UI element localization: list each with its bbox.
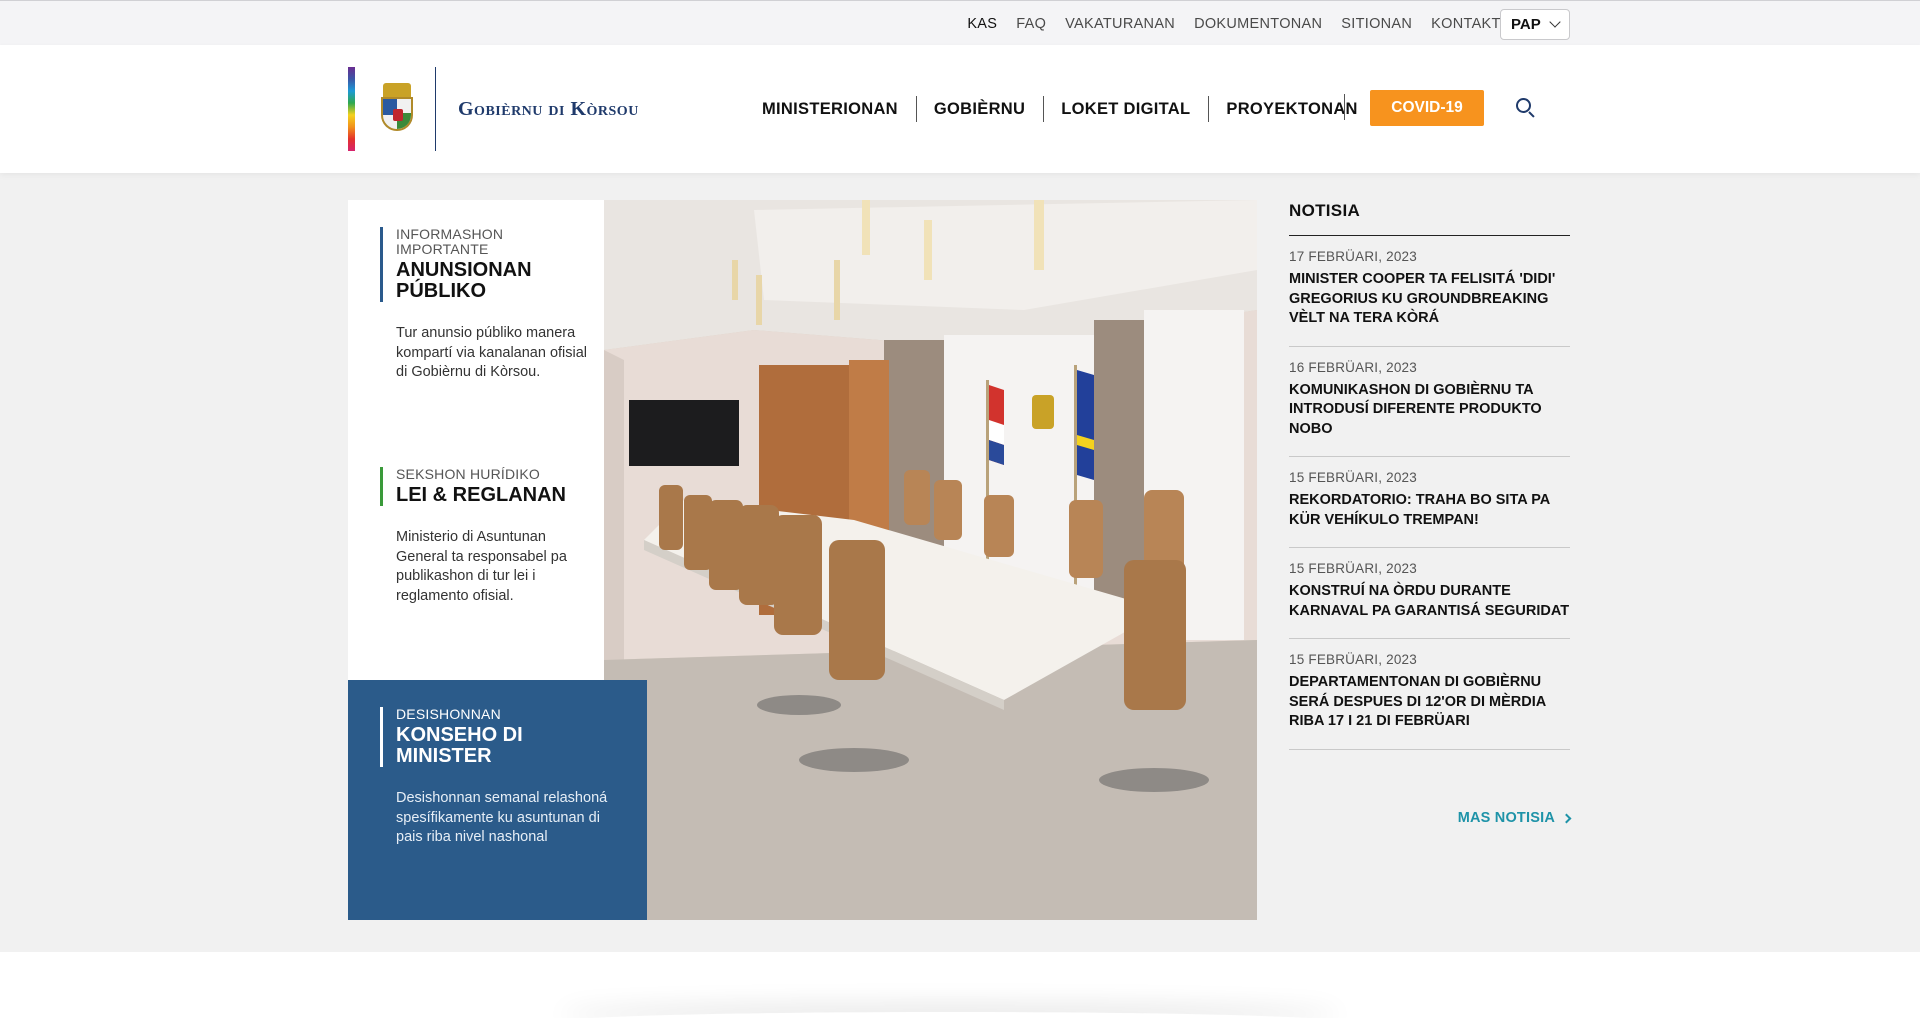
news-heading: NOTISIA [1289, 200, 1570, 236]
card-shadow [560, 1012, 1340, 1018]
more-news-link[interactable]: MAS NOTISIA [1457, 810, 1572, 826]
news-item[interactable]: 17 FEBRÜARI, 2023 MINISTER COOPER TA FEL… [1289, 236, 1570, 347]
card-title: LEI & REGLANAN [396, 484, 566, 506]
more-news-label: MAS NOTISIA [1457, 810, 1555, 826]
card-title: ANUNSIONAN PÚBLIKO [396, 259, 532, 302]
card-description: Ministerio di Asuntunan General ta respo… [396, 529, 567, 604]
logo-divider [435, 67, 436, 151]
utility-link-vakaturanan[interactable]: VAKATURANAN [1065, 16, 1175, 32]
meeting-room-image [604, 200, 1257, 920]
news-sidebar: NOTISIA 17 FEBRÜARI, 2023 MINISTER COOPE… [1289, 200, 1572, 826]
nav-divider [1344, 94, 1345, 120]
news-title[interactable]: DEPARTAMENTONAN DI GOBIÈRNU SERÁ DESPUES… [1289, 673, 1570, 732]
covid-button[interactable]: COVID-19 [1370, 90, 1484, 126]
rainbow-stripe [348, 67, 355, 151]
news-item[interactable]: 15 FEBRÜARI, 2023 KONSTRUÍ NA ÒRDU DURAN… [1289, 548, 1570, 639]
utility-link-faq[interactable]: FAQ [1016, 16, 1046, 32]
news-date: 17 FEBRÜARI, 2023 [1289, 249, 1417, 264]
card-eyebrow: SEKSHON HURÍDIKO [396, 466, 540, 482]
utility-bar: KAS FAQ VAKATURANAN DOKUMENTONAN SITIONA… [0, 0, 1920, 45]
chevron-down-icon [1549, 16, 1561, 28]
news-title[interactable]: KONSTRUÍ NA ÒRDU DURANTE KARNAVAL PA GAR… [1289, 582, 1570, 621]
news-date: 15 FEBRÜARI, 2023 [1289, 561, 1417, 576]
nav-item-ministerionan[interactable]: MINISTERIONAN [744, 100, 916, 119]
site-logo[interactable]: Gobièrnu di Kòrsou [348, 67, 639, 151]
news-item[interactable]: 15 FEBRÜARI, 2023 REKORDATORIO: TRAHA BO… [1289, 457, 1570, 548]
news-title[interactable]: MINISTER COOPER TA FELISITÁ 'DIDI' GREGO… [1289, 270, 1570, 329]
page-lower-section [0, 952, 1920, 1018]
nav-item-loket-digital[interactable]: LOKET DIGITAL [1043, 95, 1208, 122]
utility-link-kas[interactable]: KAS [967, 16, 997, 32]
chevron-right-icon [1561, 813, 1572, 823]
utility-link-sitionan[interactable]: SITIONAN [1341, 16, 1412, 32]
card-lei-reglanan[interactable]: SEKSHON HURÍDIKO LEI & REGLANAN Minister… [380, 467, 590, 606]
coat-of-arms-icon [377, 79, 417, 139]
card-eyebrow: INFORMASHON IMPORTANTE [396, 226, 504, 257]
language-select[interactable]: PAP [1500, 9, 1570, 40]
language-value: PAP [1511, 16, 1541, 33]
news-item[interactable]: 15 FEBRÜARI, 2023 DEPARTAMENTONAN DI GOB… [1289, 639, 1570, 750]
news-title[interactable]: REKORDATORIO: TRAHA BO SITA PA KÜR VEHÍK… [1289, 491, 1570, 530]
search-icon[interactable] [1516, 98, 1535, 118]
main-nav: MINISTERIONAN GOBIÈRNU LOKET DIGITAL PRO… [744, 45, 1376, 173]
card-description: Tur anunsio públiko manera kompartí via … [396, 325, 588, 380]
card-description: Desishonnan semanal relashoná spesífikam… [396, 790, 608, 845]
logo-text: Gobièrnu di Kòrsou [458, 97, 639, 120]
utility-nav: KAS FAQ VAKATURANAN DOKUMENTONAN SITIONA… [948, 1, 1512, 46]
card-konseho-di-minister[interactable]: DESISHONNAN KONSEHO DI MINISTER Desishon… [348, 680, 647, 920]
nav-item-proyektonan[interactable]: PROYEKTONAN [1208, 95, 1375, 122]
news-item[interactable]: 16 FEBRÜARI, 2023 KOMUNIKASHON DI GOBIÈR… [1289, 347, 1570, 457]
hero-section: INFORMASHON IMPORTANTE ANUNSIONAN PÚBLIK… [348, 200, 1257, 920]
card-eyebrow: DESISHONNAN [396, 706, 501, 722]
site-header: Gobièrnu di Kòrsou MINISTERIONAN GOBIÈRN… [0, 45, 1920, 173]
nav-item-gobiernu[interactable]: GOBIÈRNU [915, 95, 1043, 122]
news-date: 15 FEBRÜARI, 2023 [1289, 652, 1417, 667]
news-date: 16 FEBRÜARI, 2023 [1289, 359, 1417, 375]
card-title: KONSEHO DI MINISTER [396, 724, 523, 767]
utility-link-dokumentonan[interactable]: DOKUMENTONAN [1194, 16, 1322, 32]
news-title[interactable]: KOMUNIKASHON DI GOBIÈRNU TA INTRODUSÍ DI… [1289, 381, 1570, 440]
card-anunsionan-publiko[interactable]: INFORMASHON IMPORTANTE ANUNSIONAN PÚBLIK… [380, 227, 590, 383]
news-date: 15 FEBRÜARI, 2023 [1289, 470, 1417, 485]
